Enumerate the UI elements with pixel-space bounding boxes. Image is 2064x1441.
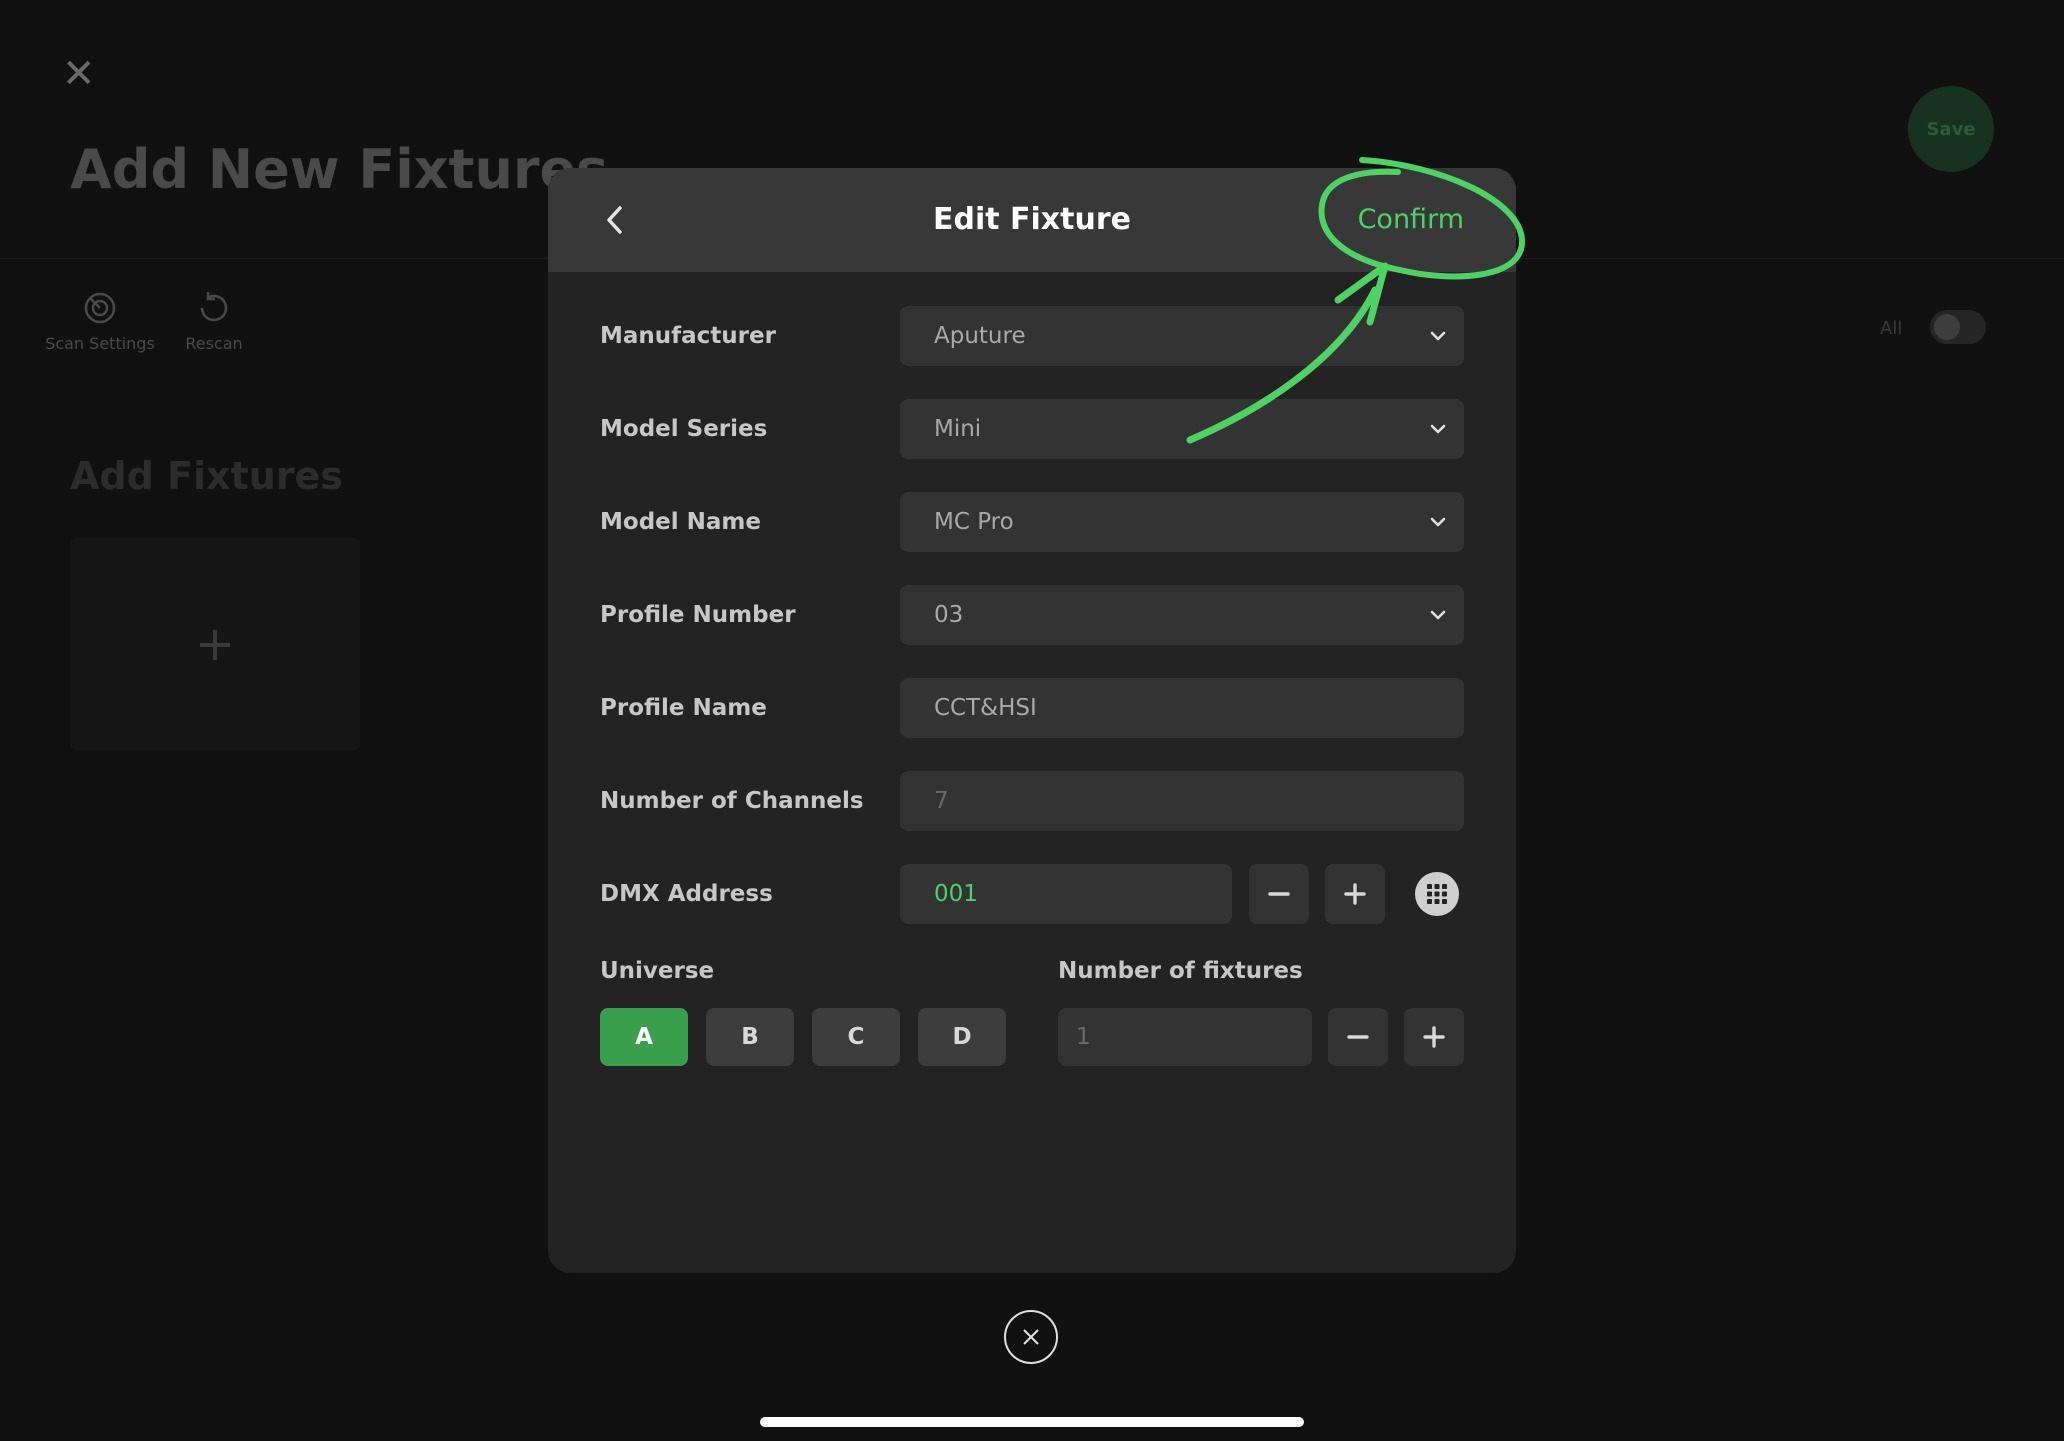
manufacturer-select[interactable]: Aputure [900,306,1464,366]
fixtures-count-input[interactable]: 1 [1058,1008,1312,1066]
dmx-decrement-button[interactable] [1249,864,1309,924]
scan-settings-icon [82,290,118,326]
page-title: Add New Fixtures [70,138,609,201]
universe-a-button[interactable]: A [600,1008,688,1066]
fixtures-count-label: Number of fixtures [1058,958,1303,984]
back-icon[interactable] [598,202,634,238]
dmx-label: DMX Address [600,881,773,907]
close-icon [1023,1329,1039,1345]
section-title: Add Fixtures [70,454,343,498]
channels-row: Number of Channels 7 [600,771,1464,831]
model-name-row: Model Name MC Pro [600,492,1464,552]
profile-name-label: Profile Name [600,695,767,721]
model-series-label: Model Series [600,416,768,442]
model-name-select[interactable]: MC Pro [900,492,1464,552]
manufacturer-value: Aputure [934,323,1026,349]
scan-settings-label: Scan Settings [45,334,155,353]
modal-header: Edit Fixture Confirm [548,168,1516,272]
profile-number-select[interactable]: 03 [900,585,1464,645]
minus-icon [1347,1035,1369,1039]
profile-number-row: Profile Number 03 [600,585,1464,645]
rescan-icon [196,290,232,326]
profile-name-field: CCT&HSI [900,678,1464,738]
close-modal-button[interactable] [1004,1310,1058,1364]
universe-label: Universe [600,958,715,984]
close-icon[interactable]: ✕ [62,54,96,94]
fixtures-decrement-button[interactable] [1328,1008,1388,1066]
chevron-down-icon [1430,610,1446,620]
universe-d-button[interactable]: D [918,1008,1006,1066]
profile-number-label: Profile Number [600,602,796,628]
add-fixture-card[interactable]: + [70,538,360,750]
scan-settings-button[interactable]: Scan Settings [40,290,160,353]
home-indicator [760,1417,1304,1427]
model-series-select[interactable]: Mini [900,399,1464,459]
plus-icon [1423,1026,1445,1048]
rescan-label: Rescan [185,334,243,353]
profile-number-value: 03 [934,602,964,628]
channels-label: Number of Channels [600,788,864,814]
chevron-down-icon [1430,331,1446,341]
keypad-icon[interactable] [1415,872,1459,916]
save-button[interactable]: Save [1908,86,1994,172]
universe-row: Universe A B C D Number of fixtures 1 [600,958,1464,1108]
plus-icon [1344,883,1366,905]
plus-icon: + [194,616,236,672]
confirm-button[interactable]: Confirm [1358,198,1464,242]
fixtures-increment-button[interactable] [1404,1008,1464,1066]
manufacturer-row: Manufacturer Aputure [600,306,1464,366]
dmx-address-input[interactable]: 001 [900,864,1232,924]
universe-b-button[interactable]: B [706,1008,794,1066]
minus-icon [1268,892,1290,896]
rescan-button[interactable]: Rescan [154,290,274,353]
universe-c-button[interactable]: C [812,1008,900,1066]
dmx-row: DMX Address 001 [600,864,1464,924]
chevron-down-icon [1430,424,1446,434]
model-series-value: Mini [934,416,982,442]
channels-field: 7 [900,771,1464,831]
profile-name-row: Profile Name CCT&HSI [600,678,1464,738]
chevron-down-icon [1430,517,1446,527]
manufacturer-label: Manufacturer [600,323,776,349]
all-label: All [1880,318,1903,339]
dmx-increment-button[interactable] [1325,864,1385,924]
all-toggle[interactable] [1930,310,1986,344]
model-name-label: Model Name [600,509,761,535]
model-series-row: Model Series Mini [600,399,1464,459]
edit-fixture-modal: Edit Fixture Confirm Manufacturer Aputur… [548,168,1516,1273]
model-name-value: MC Pro [934,509,1014,535]
